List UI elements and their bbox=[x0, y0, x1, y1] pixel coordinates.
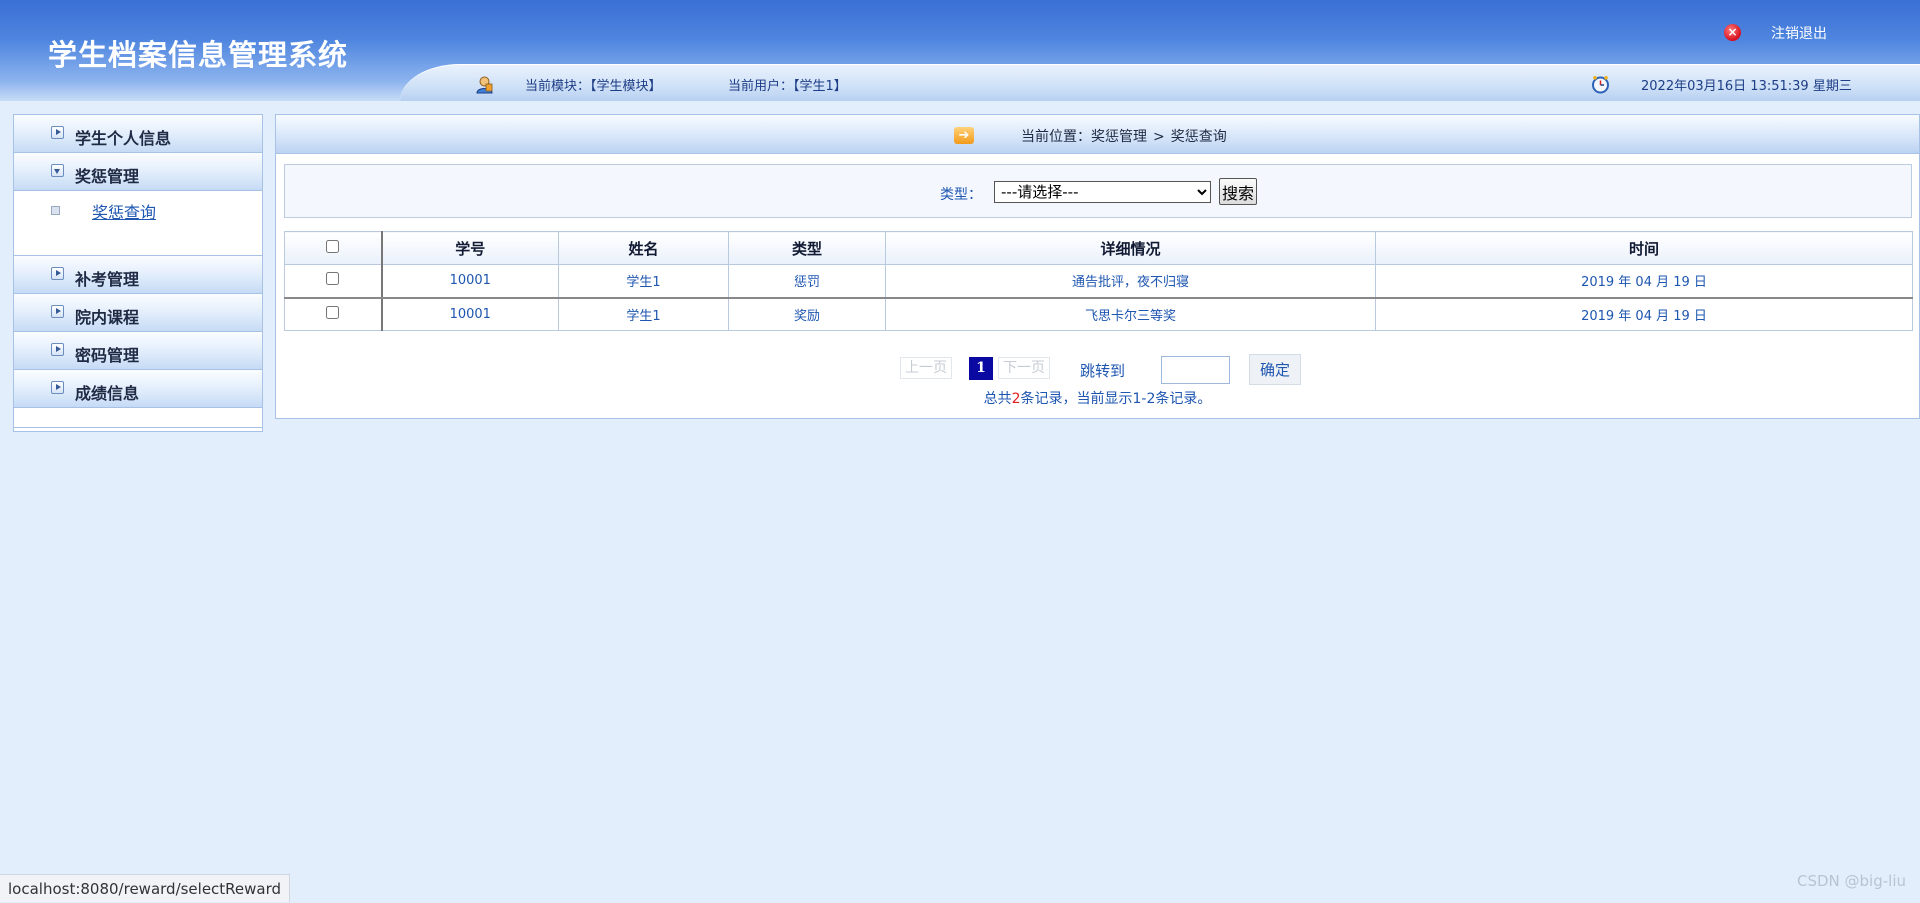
column-header: 时间 bbox=[1375, 231, 1913, 265]
expand-icon bbox=[51, 267, 64, 280]
current-module: 当前模块：【学生模块】 bbox=[525, 79, 662, 94]
jump-label: 跳转到 bbox=[1080, 362, 1126, 380]
logout-link[interactable]: 注销退出 bbox=[1771, 23, 1827, 43]
breadcrumb-text: 当前位置：奖惩管理 > 奖惩查询 bbox=[1021, 126, 1227, 146]
expand-icon bbox=[51, 381, 64, 394]
sidebar-item-student-info[interactable]: 学生个人信息 bbox=[14, 115, 262, 153]
cell-student-id: 10001 bbox=[381, 264, 559, 299]
pagination: 上一页 1 下一页 跳转到 确定 bbox=[276, 351, 1919, 385]
sidebar-item-label: 奖惩管理 bbox=[75, 167, 140, 186]
table-row: 10001 学生1 奖励 飞思卡尔三等奖 2019 年 04 月 19 日 bbox=[284, 297, 1913, 331]
bullet-icon bbox=[51, 206, 60, 215]
breadcrumb-parent: 奖惩管理 bbox=[1091, 129, 1147, 145]
type-select[interactable]: ---请选择--- bbox=[994, 181, 1211, 203]
row-checkbox[interactable] bbox=[326, 305, 340, 319]
next-page-button[interactable]: 下一页 bbox=[998, 357, 1050, 379]
column-header: 类型 bbox=[728, 231, 886, 265]
row-checkbox[interactable] bbox=[326, 272, 340, 286]
sidebar-item-makeup-exam[interactable]: 补考管理 bbox=[14, 256, 262, 294]
row-select-cell bbox=[284, 297, 383, 331]
main-panel: ➔ 当前位置：奖惩管理 > 奖惩查询 类型： ---请选择--- 搜索 学号 姓名 … bbox=[275, 114, 1920, 419]
sidebar-item-label: 院内课程 bbox=[75, 308, 140, 327]
cell-type: 奖励 bbox=[728, 297, 886, 331]
sidebar-item-rewards[interactable]: 奖惩管理 bbox=[14, 153, 262, 191]
sidebar-item-label: 成绩信息 bbox=[75, 384, 140, 403]
sidebar-item-grades[interactable]: 成绩信息 bbox=[14, 370, 262, 408]
sidebar: 学生个人信息 奖惩管理 奖惩查询 补考管理 院内课程 密码管理 成绩信息 bbox=[13, 114, 263, 432]
summary-suffix: 条记录，当前显示1-2条记录。 bbox=[1020, 391, 1212, 407]
sidebar-item-label: 补考管理 bbox=[75, 270, 140, 289]
current-user: 当前用户：【学生1】 bbox=[728, 79, 847, 94]
app-title: 学生档案信息管理系统 bbox=[48, 38, 349, 72]
sidebar-footer bbox=[14, 408, 262, 428]
jump-confirm-button[interactable]: 确定 bbox=[1249, 354, 1301, 385]
jump-page-input[interactable] bbox=[1161, 356, 1230, 384]
search-form: 类型： ---请选择--- 搜索 bbox=[284, 164, 1912, 218]
cell-detail: 飞思卡尔三等奖 bbox=[885, 297, 1376, 331]
type-label: 类型： bbox=[940, 187, 982, 203]
logout-icon[interactable]: × bbox=[1724, 24, 1741, 41]
row-select-cell bbox=[284, 264, 383, 299]
record-summary: 总共2条记录，当前显示1-2条记录。 bbox=[276, 388, 1919, 408]
current-datetime: 2022年03月16日 13:51:39 星期三 bbox=[1641, 79, 1852, 94]
breadcrumb-current: 奖惩查询 bbox=[1170, 129, 1227, 145]
sidebar-submenu-rewards: 奖惩查询 bbox=[14, 191, 262, 256]
cell-type: 惩罚 bbox=[728, 264, 886, 299]
prev-page-button[interactable]: 上一页 bbox=[900, 357, 952, 379]
search-button[interactable]: 搜索 bbox=[1219, 178, 1257, 205]
cell-time: 2019 年 04 月 19 日 bbox=[1375, 297, 1913, 331]
cell-name: 学生1 bbox=[558, 264, 729, 299]
cell-name: 学生1 bbox=[558, 297, 729, 331]
sidebar-item-label: 学生个人信息 bbox=[75, 129, 172, 148]
expand-icon bbox=[51, 126, 64, 139]
expand-icon bbox=[51, 343, 64, 356]
header: 学生档案信息管理系统 × 注销退出 当前模块：【学生模块】 当前用户：【学生1】… bbox=[0, 0, 1920, 101]
collapse-icon bbox=[51, 164, 64, 177]
breadcrumb-prefix: 当前位置： bbox=[1021, 129, 1091, 145]
sidebar-subitem-reward-query[interactable]: 奖惩查询 bbox=[92, 199, 156, 223]
cell-detail: 通告批评，夜不归寝 bbox=[885, 264, 1376, 299]
user-icon bbox=[476, 76, 493, 94]
sidebar-item-label: 密码管理 bbox=[75, 346, 140, 365]
cell-time: 2019 年 04 月 19 日 bbox=[1375, 264, 1913, 299]
reward-table: 学号 姓名 类型 详细情况 时间 10001 学生1 惩罚 通告批评，夜不归寝 … bbox=[284, 231, 1913, 331]
breadcrumb-separator: > bbox=[1153, 129, 1165, 145]
select-all-checkbox[interactable] bbox=[326, 240, 340, 253]
watermark: CSDN @big-liu bbox=[1797, 872, 1906, 890]
sidebar-item-password[interactable]: 密码管理 bbox=[14, 332, 262, 370]
table-header-row: 学号 姓名 类型 详细情况 时间 bbox=[284, 231, 1913, 265]
column-header: 详细情况 bbox=[885, 231, 1376, 265]
column-header: 学号 bbox=[381, 231, 559, 265]
sidebar-item-courses[interactable]: 院内课程 bbox=[14, 294, 262, 332]
browser-status-url: localhost:8080/reward/selectReward bbox=[0, 874, 291, 902]
summary-count: 2 bbox=[1011, 391, 1021, 407]
arrow-right-icon: ➔ bbox=[954, 127, 974, 144]
clock-icon bbox=[1592, 76, 1609, 94]
table-row: 10001 学生1 惩罚 通告批评，夜不归寝 2019 年 04 月 19 日 bbox=[284, 264, 1913, 299]
cell-student-id: 10001 bbox=[381, 297, 559, 331]
summary-prefix: 总共 bbox=[983, 391, 1012, 407]
expand-icon bbox=[51, 305, 64, 318]
current-page[interactable]: 1 bbox=[969, 357, 993, 380]
breadcrumb: ➔ 当前位置：奖惩管理 > 奖惩查询 bbox=[276, 115, 1919, 154]
select-all-cell bbox=[284, 231, 383, 265]
column-header: 姓名 bbox=[558, 231, 729, 265]
